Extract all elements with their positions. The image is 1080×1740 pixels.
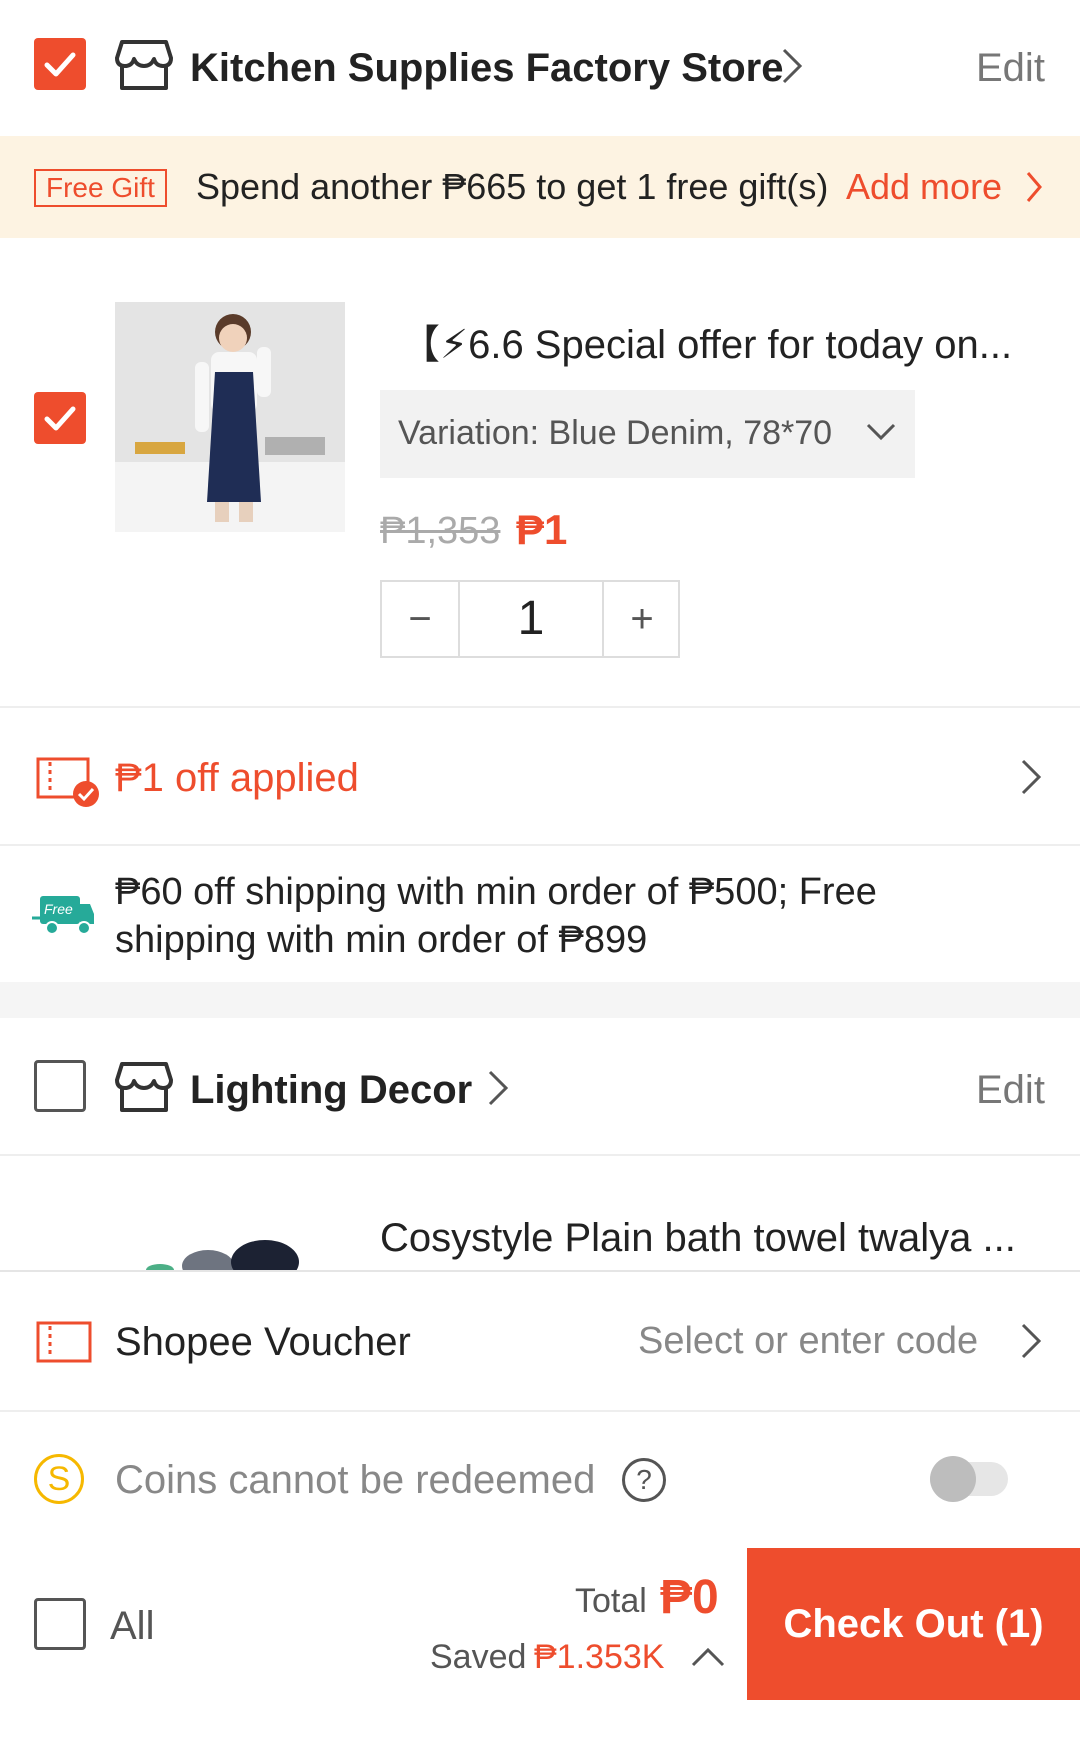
chevron-up-icon[interactable]	[690, 1646, 726, 1673]
coins-row: S Coins cannot be redeemed ?	[0, 1412, 1080, 1548]
decrease-quantity-button[interactable]: −	[382, 582, 458, 656]
divider	[0, 844, 1080, 846]
item-select-checkbox[interactable]	[34, 392, 86, 444]
coin-icon: S	[34, 1454, 84, 1504]
checkout-bar: All Total ₱0 Saved ₱1.353K Check Out (1)	[0, 1548, 1080, 1700]
chevron-right-icon[interactable]	[1020, 758, 1042, 801]
free-shipping-label: Free	[44, 901, 73, 917]
voucher-label: Shopee Voucher	[115, 1320, 411, 1364]
edit-button[interactable]: Edit	[976, 46, 1045, 91]
chevron-right-icon[interactable]	[780, 46, 804, 91]
bottom-spacer	[0, 1700, 1080, 1740]
toggle-knob	[930, 1456, 976, 1502]
quantity-stepper: − 1 +	[380, 580, 680, 658]
saved-value: ₱1.353K	[534, 1638, 665, 1676]
help-icon[interactable]: ?	[622, 1458, 666, 1502]
chevron-right-icon[interactable]	[1025, 170, 1043, 209]
divider	[0, 1154, 1080, 1156]
free-gift-text: Spend another ₱665 to get 1 free gift(s)	[196, 166, 829, 207]
store-name[interactable]: Kitchen Supplies Factory Store	[190, 46, 783, 91]
free-shipping-truck-icon: Free	[32, 892, 96, 941]
select-all-checkbox[interactable]	[34, 1598, 86, 1650]
voucher-code-input[interactable]: Select or enter code	[638, 1320, 978, 1363]
store-select-checkbox[interactable]	[34, 38, 86, 90]
original-price: ₱1,353	[380, 510, 501, 552]
shop-icon	[114, 38, 174, 97]
shipping-promo-text: ₱60 off shipping with min order of ₱500;…	[115, 871, 877, 961]
product-title[interactable]: 【⚡6.6 Special offer for today on...	[400, 312, 1012, 370]
store-header-lighting: Lighting Decor Edit	[0, 1018, 1080, 1154]
store-name[interactable]: Lighting Decor	[190, 1068, 472, 1113]
store-header-kitchen: Kitchen Supplies Factory Store Edit	[0, 0, 1080, 136]
discount-text: ₱1 off applied	[115, 756, 359, 800]
voucher-check-icon	[36, 756, 102, 813]
current-price: ₱1	[516, 506, 568, 553]
edit-button[interactable]: Edit	[976, 1068, 1045, 1113]
checkout-button[interactable]: Check Out (1)	[747, 1548, 1080, 1700]
saved-label: Saved	[430, 1638, 527, 1676]
section-gap	[0, 982, 1080, 1018]
product-image-towel[interactable]	[140, 1226, 310, 1270]
chevron-down-icon	[865, 422, 897, 447]
total-value: ₱0	[660, 1571, 719, 1624]
free-gift-banner[interactable]: Free Gift Spend another ₱665 to get 1 fr…	[0, 136, 1080, 238]
product-image-apron[interactable]	[115, 302, 345, 532]
total-label: Total	[575, 1582, 647, 1620]
coins-toggle[interactable]	[930, 1456, 1008, 1502]
shop-icon	[114, 1060, 174, 1119]
shopee-voucher-row[interactable]: Shopee Voucher Select or enter code	[0, 1270, 1080, 1410]
select-all-label[interactable]: All	[110, 1604, 154, 1649]
product-title[interactable]: Cosystyle Plain bath towel twalya ...	[380, 1216, 1016, 1261]
store-select-checkbox[interactable]	[34, 1060, 86, 1112]
quantity-value[interactable]: 1	[458, 582, 604, 656]
chevron-right-icon[interactable]	[486, 1068, 510, 1113]
add-more-link[interactable]: Add more	[846, 166, 1002, 208]
discount-applied-row[interactable]: ₱1 off applied	[0, 708, 1080, 844]
increase-quantity-button[interactable]: +	[604, 582, 680, 656]
variation-label: Variation: Blue Denim, 78*70	[398, 414, 833, 452]
free-gift-tag: Free Gift	[34, 169, 167, 207]
coins-label: Coins cannot be redeemed	[115, 1458, 596, 1502]
variation-selector[interactable]: Variation: Blue Denim, 78*70	[380, 390, 915, 478]
voucher-icon	[36, 1320, 92, 1369]
chevron-right-icon[interactable]	[1020, 1322, 1042, 1365]
